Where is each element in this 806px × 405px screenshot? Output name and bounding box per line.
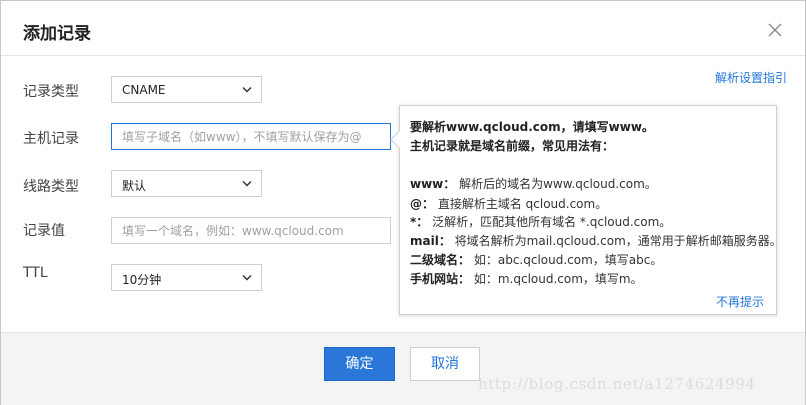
record-type-select[interactable]: CNAME	[111, 76, 262, 103]
close-icon[interactable]	[767, 22, 783, 38]
ttl-select[interactable]: 10分钟	[111, 264, 262, 291]
line-type-select[interactable]: 默认	[111, 170, 262, 197]
tooltip-item: www： 解析后的域名为www.qcloud.com。	[410, 175, 657, 192]
tooltip-item: @： 直接解析主域名 qcloud.com。	[410, 195, 607, 212]
tooltip-item-key: 二级域名：	[410, 253, 471, 267]
tooltip-item: *： 泛解析，匹配其他所有域名 *.qcloud.com。	[410, 213, 671, 230]
chevron-down-icon	[242, 86, 252, 93]
ttl-value: 10分钟	[122, 273, 162, 287]
watermark: http://blog.csdn.net/a1274624994	[478, 375, 756, 393]
tooltip-item-key: www：	[410, 177, 456, 191]
tooltip-arrow	[390, 130, 409, 149]
tooltip-item-key: mail：	[410, 234, 451, 248]
dialog-title: 添加记录	[23, 24, 91, 44]
dismiss-tip-link[interactable]: 不再提示	[716, 293, 764, 310]
tooltip-item: 二级域名： 如：abc.qcloud.com，填写abc。	[410, 251, 662, 268]
tooltip-item-key: 手机网站：	[410, 272, 471, 286]
chevron-down-icon	[242, 180, 252, 187]
host-record-label: 主机记录	[23, 131, 79, 147]
guide-link[interactable]: 解析设置指引	[715, 69, 787, 86]
chevron-down-icon	[242, 274, 252, 281]
tooltip-heading-1: 要解析www.qcloud.com，请填写www。	[410, 120, 654, 134]
record-value-label: 记录值	[23, 223, 65, 239]
dialog-footer: 确定 取消	[1, 332, 805, 405]
line-type-value: 默认	[122, 179, 147, 193]
ttl-label: TTL	[23, 265, 48, 281]
tooltip-item-text: 将域名解析为mail.qcloud.com，通常用于解析邮箱服务器。	[454, 234, 782, 248]
add-record-dialog: 添加记录 解析设置指引 记录类型 CNAME 主机记录 线路类型 默认 记录值 …	[0, 0, 806, 405]
record-value-input[interactable]	[111, 217, 391, 244]
tooltip-heading-2: 主机记录就是域名前缀，常见用法有：	[410, 139, 615, 153]
tooltip-item-text: 如：abc.qcloud.com，填写abc。	[473, 253, 663, 267]
tooltip-item-key: *：	[410, 215, 429, 229]
confirm-button[interactable]: 确定	[324, 347, 395, 381]
tooltip-item: 手机网站： 如：m.qcloud.com，填写m。	[410, 270, 643, 287]
line-type-label: 线路类型	[23, 179, 79, 195]
record-type-label: 记录类型	[23, 84, 79, 100]
tooltip-item: mail： 将域名解析为mail.qcloud.com，通常用于解析邮箱服务器。	[410, 232, 782, 249]
host-record-input[interactable]	[111, 123, 391, 150]
tooltip-item-text: 泛解析，匹配其他所有域名 *.qcloud.com。	[432, 215, 672, 229]
tooltip-item-text: 如：m.qcloud.com，填写m。	[473, 272, 643, 286]
tooltip-item-text: 解析后的域名为www.qcloud.com。	[459, 177, 657, 191]
tooltip-item-key: @：	[410, 197, 435, 211]
tooltip-item-text: 直接解析主域名 qcloud.com。	[437, 197, 608, 211]
cancel-button[interactable]: 取消	[410, 347, 480, 381]
dialog-header: 添加记录	[1, 1, 805, 56]
host-record-tooltip: 要解析www.qcloud.com，请填写www。 主机记录就是域名前缀，常见用…	[390, 105, 782, 315]
record-type-value: CNAME	[122, 83, 166, 97]
